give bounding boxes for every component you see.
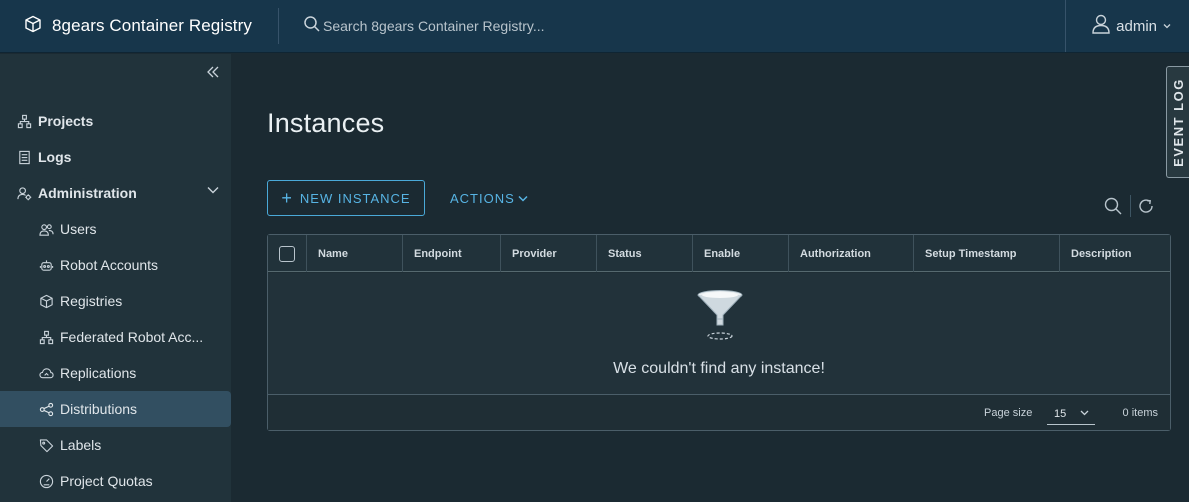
sidebar-item-robot-accounts[interactable]: Robot Accounts — [0, 247, 231, 283]
chevron-down-icon — [518, 195, 528, 202]
column-header-enable[interactable]: Enable — [693, 235, 789, 272]
user-icon — [1092, 14, 1110, 39]
search-input[interactable] — [323, 18, 723, 34]
sidebar-nav: Projects Logs Administration Users Robot… — [0, 103, 231, 499]
quotas-icon — [38, 473, 54, 489]
top-header: 8gears Container Registry admin — [0, 0, 1189, 53]
sidebar-item-registries[interactable]: Registries — [0, 283, 231, 319]
table-body: We couldn't find any instance! — [268, 273, 1170, 394]
refresh-icon[interactable] — [1137, 197, 1155, 215]
administration-icon — [16, 185, 32, 201]
logs-icon — [16, 149, 32, 165]
sidebar-item-label: Distributions — [60, 401, 138, 417]
robot-icon — [38, 257, 54, 273]
sidebar-item-label: Federated Robot Acc... — [60, 329, 204, 345]
new-instance-button[interactable]: + NEW INSTANCE — [267, 180, 425, 216]
toolbar-divider — [1130, 195, 1131, 217]
sidebar-item-label: Replications — [60, 365, 137, 381]
column-header-provider[interactable]: Provider — [501, 235, 597, 272]
labels-icon — [38, 437, 54, 453]
column-header-authorization[interactable]: Authorization — [789, 235, 914, 272]
chevron-down-icon — [1163, 24, 1171, 29]
sidebar-item-logs[interactable]: Logs — [0, 139, 231, 175]
logo-icon — [24, 15, 42, 38]
sidebar-item-replications[interactable]: Replications — [0, 355, 231, 391]
user-menu[interactable]: admin — [1065, 0, 1189, 52]
search-icon — [303, 15, 321, 38]
table-footer: Page size 15 0 items — [268, 394, 1170, 430]
select-all-checkbox[interactable] — [279, 245, 295, 262]
table-search-icon[interactable] — [1104, 197, 1122, 215]
user-name: admin — [1116, 17, 1157, 35]
page-title: Instances — [267, 108, 385, 138]
sidebar-item-label: Administration — [38, 185, 137, 201]
sidebar-item-label: Logs — [38, 149, 72, 165]
sidebar-item-project-quotas[interactable]: Project Quotas — [0, 463, 231, 499]
column-header-name[interactable]: Name — [307, 235, 403, 272]
column-header-status[interactable]: Status — [597, 235, 693, 272]
global-search[interactable] — [279, 0, 1065, 52]
federated-icon — [38, 329, 54, 345]
sidebar-item-projects[interactable]: Projects — [0, 103, 231, 139]
projects-icon — [16, 113, 32, 129]
page-size-value: 15 — [1054, 408, 1067, 420]
replications-icon — [38, 365, 54, 381]
column-header-endpoint[interactable]: Endpoint — [403, 235, 501, 272]
chevron-down-icon[interactable] — [207, 186, 219, 194]
plus-icon: + — [281, 188, 293, 208]
registries-icon — [38, 293, 54, 309]
chevron-down-icon — [1080, 410, 1089, 416]
column-header-setup-timestamp[interactable]: Setup Timestamp — [914, 235, 1060, 272]
page-size-select[interactable]: 15 — [1047, 403, 1095, 425]
sidebar-item-administration[interactable]: Administration — [0, 175, 231, 211]
distributions-icon — [38, 401, 54, 417]
event-log-tab[interactable]: EVENT LOG — [1166, 66, 1189, 178]
sidebar-item-labels[interactable]: Labels — [0, 427, 231, 463]
sidebar: Projects Logs Administration Users Robot… — [0, 54, 231, 502]
new-instance-label: NEW INSTANCE — [299, 190, 411, 206]
select-all-column — [268, 235, 307, 272]
sidebar-item-label: Labels — [60, 437, 102, 453]
event-log-label: EVENT LOG — [1170, 77, 1186, 167]
sidebar-item-users[interactable]: Users — [0, 211, 231, 247]
users-icon — [38, 221, 54, 237]
items-count: 0 items — [1122, 407, 1158, 419]
instances-table: Name Endpoint Provider Status Enable Aut… — [267, 234, 1171, 431]
table-header: Name Endpoint Provider Status Enable Aut… — [268, 235, 1170, 272]
sidebar-item-label: Users — [60, 221, 97, 237]
collapse-sidebar-icon[interactable] — [205, 64, 221, 80]
empty-filter-icon — [697, 290, 743, 340]
sidebar-item-distributions[interactable]: Distributions — [0, 391, 231, 427]
sidebar-item-label: Project Quotas — [60, 473, 153, 489]
empty-state-message: We couldn't find any instance! — [613, 360, 825, 377]
sidebar-item-label: Projects — [38, 113, 94, 129]
column-header-description[interactable]: Description — [1060, 235, 1170, 272]
actions-label: ACTIONS — [450, 190, 515, 206]
sidebar-item-label: Robot Accounts — [60, 257, 159, 273]
sidebar-item-label: Registries — [60, 293, 123, 309]
page-size-label: Page size — [984, 407, 1033, 419]
actions-dropdown[interactable]: ACTIONS — [450, 187, 528, 209]
sidebar-item-federated-robot-accounts[interactable]: Federated Robot Acc... — [0, 319, 231, 355]
brand[interactable]: 8gears Container Registry — [0, 0, 278, 52]
brand-title: 8gears Container Registry — [52, 16, 252, 35]
